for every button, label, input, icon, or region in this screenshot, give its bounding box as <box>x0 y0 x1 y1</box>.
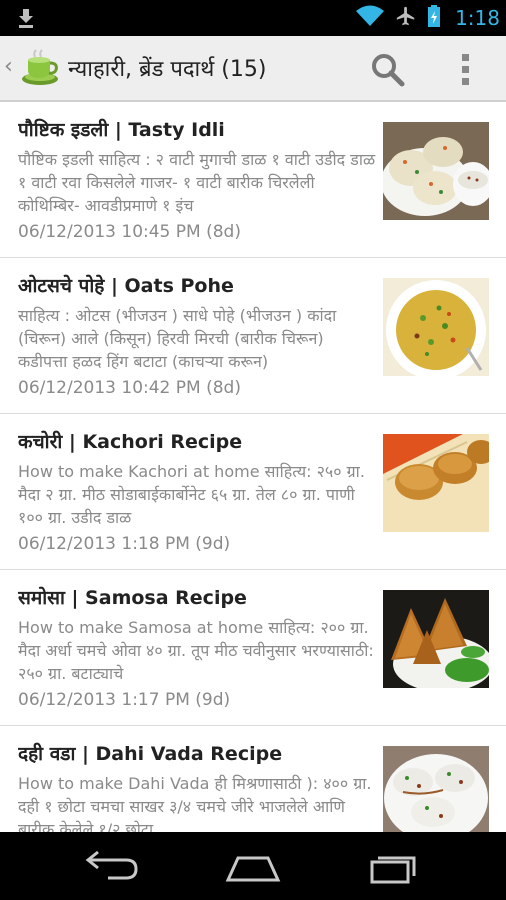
recipe-title: ओटसचे पोहे | Oats Pohe <box>18 275 234 297</box>
tea-cup-app-icon <box>20 48 62 88</box>
recipe-description: How to make Samosa at home साहित्य: २०० … <box>18 618 374 683</box>
up-caret-icon: ‹ <box>4 54 13 79</box>
recipe-list-item[interactable]: दही वडा | Dahi Vada Recipe How to make D… <box>0 726 506 832</box>
page-title: न्याहारी, ब्रेंड पदार्थ (15) <box>68 57 267 82</box>
status-time: 1:18 <box>455 6 500 30</box>
recent-apps-button[interactable] <box>360 846 430 886</box>
recipe-date: 06/12/2013 10:42 PM (8d) <box>18 378 241 398</box>
navigation-bar <box>0 832 506 900</box>
back-button[interactable] <box>78 846 148 886</box>
recipe-list-item[interactable]: समोसा | Samosa Recipe How to make Samosa… <box>0 570 506 726</box>
back-icon <box>78 850 148 890</box>
home-button[interactable] <box>218 846 288 886</box>
samosa-with-chutney-photo <box>383 590 489 688</box>
recent-apps-icon <box>360 856 430 890</box>
recipe-date: 06/12/2013 1:17 PM (9d) <box>18 690 231 710</box>
recipe-list[interactable]: पौष्टिक इडली | Tasty Idli पौष्टिक इडली स… <box>0 102 506 832</box>
overflow-menu-icon <box>444 54 488 98</box>
dahi-vada-plate-photo <box>383 746 489 832</box>
recipe-description: साहित्य : ओटस (भीजउन ) साधे पोहे (भीजउन … <box>18 306 337 371</box>
recipe-list-item[interactable]: पौष्टिक इडली | Tasty Idli पौष्टिक इडली स… <box>0 102 506 258</box>
recipe-date: 06/12/2013 1:18 PM (9d) <box>18 534 231 554</box>
home-icon <box>218 856 288 890</box>
airplane-icon <box>395 5 417 31</box>
download-icon <box>14 6 38 30</box>
status-bar: 1:18 <box>0 0 506 36</box>
recipe-description: How to make Kachori at home साहित्य: २५०… <box>18 462 365 527</box>
search-button[interactable] <box>362 44 412 94</box>
recipe-title: कचोरी | Kachori Recipe <box>18 431 243 453</box>
battery-icon <box>427 4 441 32</box>
kachori-plate-photo <box>383 434 489 532</box>
recipe-list-item[interactable]: कचोरी | Kachori Recipe How to make Kacho… <box>0 414 506 570</box>
wifi-icon <box>355 4 385 32</box>
recipe-title: समोसा | Samosa Recipe <box>18 587 247 609</box>
recipe-date: 06/12/2013 10:45 PM (8d) <box>18 222 241 242</box>
recipe-list-item[interactable]: ओटसचे पोहे | Oats Pohe साहित्य : ओटस (भी… <box>0 258 506 414</box>
search-icon <box>362 54 412 98</box>
oats-pohe-plate-photo <box>383 278 489 376</box>
recipe-title: पौष्टिक इडली | Tasty Idli <box>18 119 225 141</box>
recipe-description: How to make Dahi Vada ही मिश्रणासाठी ): … <box>18 774 372 832</box>
recipe-title: दही वडा | Dahi Vada Recipe <box>18 743 283 765</box>
recipe-description: पौष्टिक इडली साहित्य : २ वाटी मुगाची डाळ… <box>18 150 376 215</box>
idli-with-chutney-photo <box>383 122 489 220</box>
overflow-menu-button[interactable] <box>444 44 488 94</box>
action-bar: ‹ न्याहारी, ब्रेंड पदार्थ (15) <box>0 36 506 102</box>
up-button[interactable]: ‹ <box>0 36 64 100</box>
